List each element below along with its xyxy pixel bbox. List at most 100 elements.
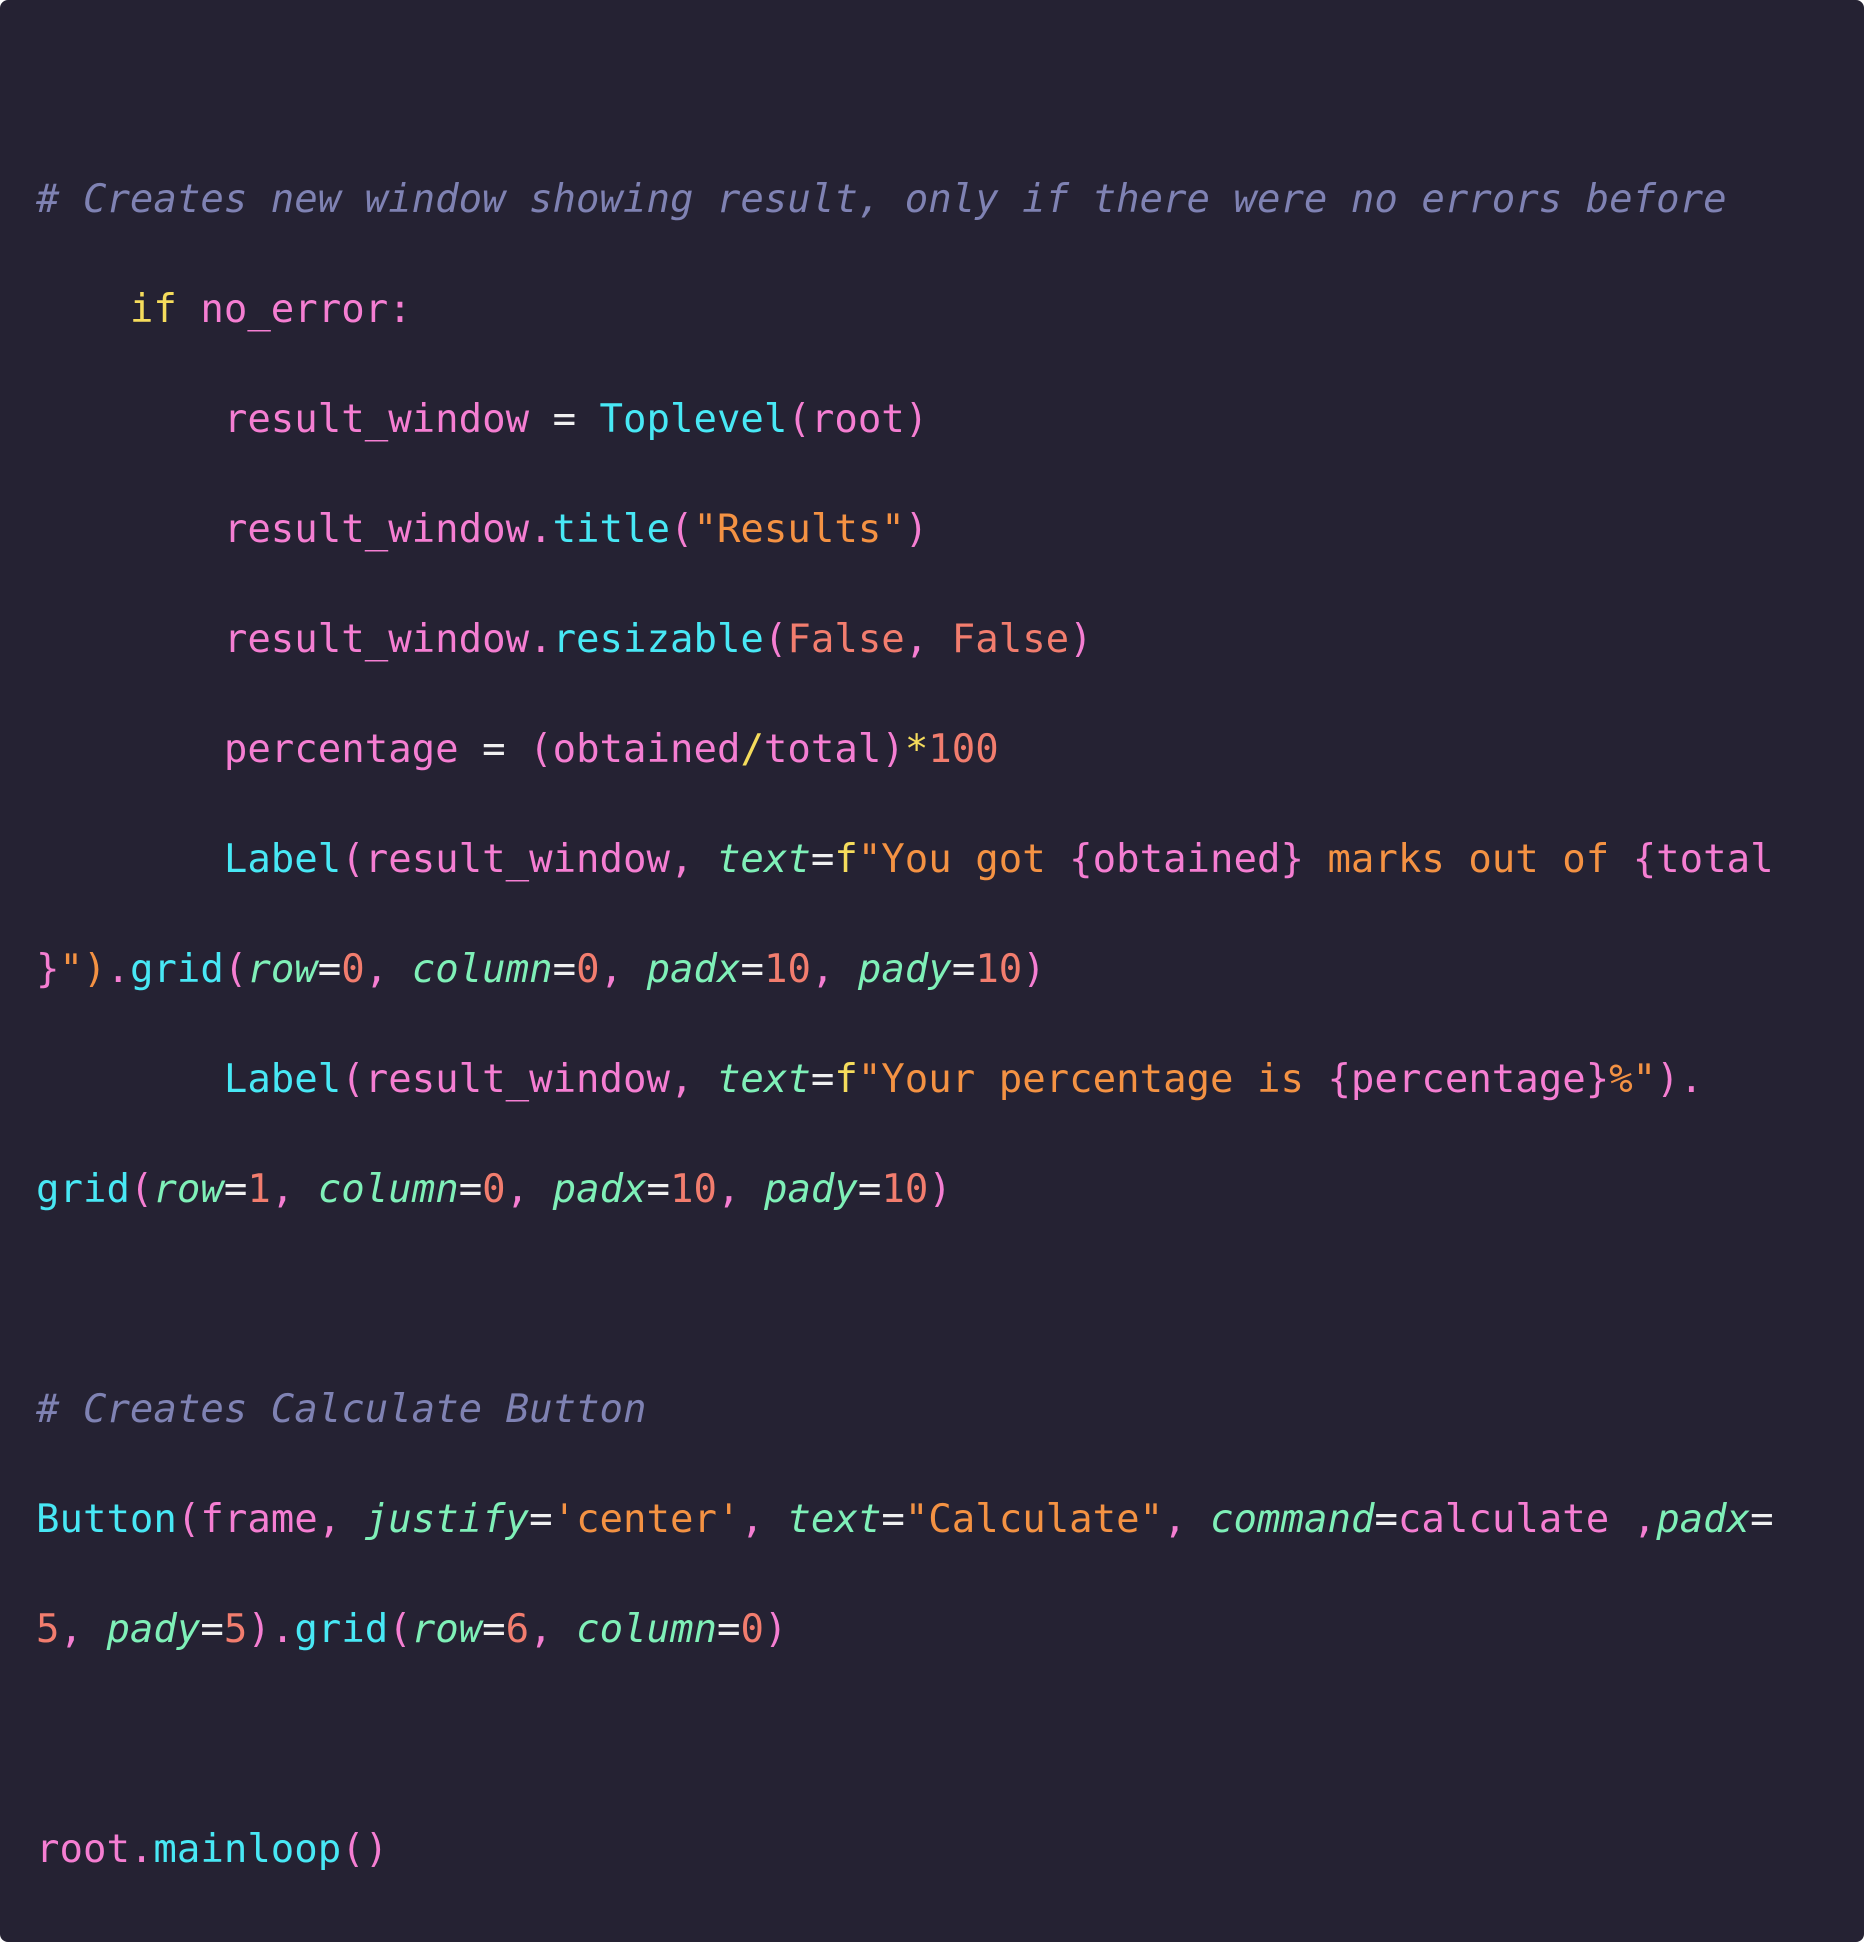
code-token: 10 [670,1167,717,1212]
code-token: = [223,1167,248,1212]
code-token: ( [669,507,694,552]
code-token: ") [59,947,107,992]
code-token: , [904,617,952,662]
code-token: 1 [247,1167,271,1212]
code-token: grid [129,947,224,992]
code-token: 5 [223,1607,248,1652]
code-token: padx [1656,1497,1751,1542]
code-token: = [810,1057,835,1102]
code-token: ) [763,1607,788,1652]
code-token: , [599,947,647,992]
code-line: percentage = (obtained/total)*100 [36,720,1774,830]
code-line: 5, pady=5).grid(row=6, column=0) [36,1600,1774,1710]
code-token: = [529,1497,553,1542]
code-line: Label(result_window, text=f"You got {obt… [36,830,1774,940]
code-token: (obtained [529,727,741,772]
code-token: pady [857,947,952,992]
code-token: row [411,1607,483,1652]
code-token: # Creates Calculate Button [36,1387,647,1432]
code-token: Toplevel [599,397,788,442]
code-token: ( [763,617,788,662]
code-token: marks out of [1303,837,1633,882]
code-line: result_window = Toplevel(root) [36,390,1774,500]
code-token: grid [36,1167,130,1212]
code-token: ( [129,1167,154,1212]
code-token: , [810,947,858,992]
code-line: if no_error: [36,280,1774,390]
code-line: # Creates new window showing result, onl… [36,170,1774,280]
code-editor: # Creates new window showing result, onl… [0,0,1864,1942]
code-token: ) [1069,617,1093,662]
code-token: Label [223,837,342,882]
code-token: (result_window, [341,1057,717,1102]
code-token: , [364,947,412,992]
code-token: percentage [223,727,459,772]
code-token: 10 [881,1167,929,1212]
code-token: } [36,947,60,992]
code-token: = [1750,1497,1774,1542]
code-token: ( [223,947,248,992]
code-token: = [857,1167,882,1212]
code-token: , [270,1167,318,1212]
code-token: "Calculate" [904,1497,1164,1542]
code-token: 'center' [552,1497,741,1542]
code-token: if [129,287,177,332]
code-token: ( [388,1607,412,1652]
code-line: Button(frame, justify='center', text="Ca… [36,1490,1774,1600]
code-token: 10 [975,947,1023,992]
code-token: root. [36,1827,154,1872]
code-line: # Creates Calculate Button [36,1380,1774,1490]
code-token: pady [106,1607,201,1652]
code-line: }").grid(row=0, column=0, padx=10, pady=… [36,940,1774,1050]
code-token: 0 [482,1167,506,1212]
code-token: / [740,727,764,772]
code-token: ) [1022,947,1046,992]
code-token: f [834,837,858,882]
code-token: = [951,947,976,992]
code-token: title [552,507,670,552]
code-token: = [740,947,764,992]
code-token: total) [763,727,905,772]
code-token: 6 [505,1607,530,1652]
code-token: (root) [787,397,929,442]
code-token: = [317,947,342,992]
code-token: f [834,1057,858,1102]
code-token: column [411,947,553,992]
code-token: False [951,617,1070,662]
code-token: 5 [36,1607,60,1652]
code-token: {total [1632,837,1774,882]
code-token: = [810,837,835,882]
code-token: justify [364,1497,530,1542]
code-token: text [787,1497,882,1542]
code-token: text [716,1057,811,1102]
code-token: ) [904,507,929,552]
code-token: * [904,727,929,772]
code-token: (frame, [176,1497,365,1542]
code-block: # Creates new window showing result, onl… [36,170,1774,1930]
code-token: {percentage} [1327,1057,1610,1102]
code-token: calculate , [1397,1497,1657,1542]
code-token: row [247,947,318,992]
code-token: = [200,1607,224,1652]
code-token: ) [928,1167,952,1212]
code-token: 100 [928,727,999,772]
code-token: padx [646,947,741,992]
code-token: {obtained} [1069,837,1304,882]
code-token: = [458,727,530,772]
code-token: resizable [552,617,764,662]
code-token: = [646,1167,671,1212]
code-token: "Results" [693,507,905,552]
code-line: Label(result_window, text=f"Your percent… [36,1050,1774,1160]
code-token: () [341,1827,389,1872]
code-token: . [106,947,130,992]
code-token: result_window. [223,507,553,552]
code-token: text [716,837,811,882]
code-token: = [552,947,577,992]
